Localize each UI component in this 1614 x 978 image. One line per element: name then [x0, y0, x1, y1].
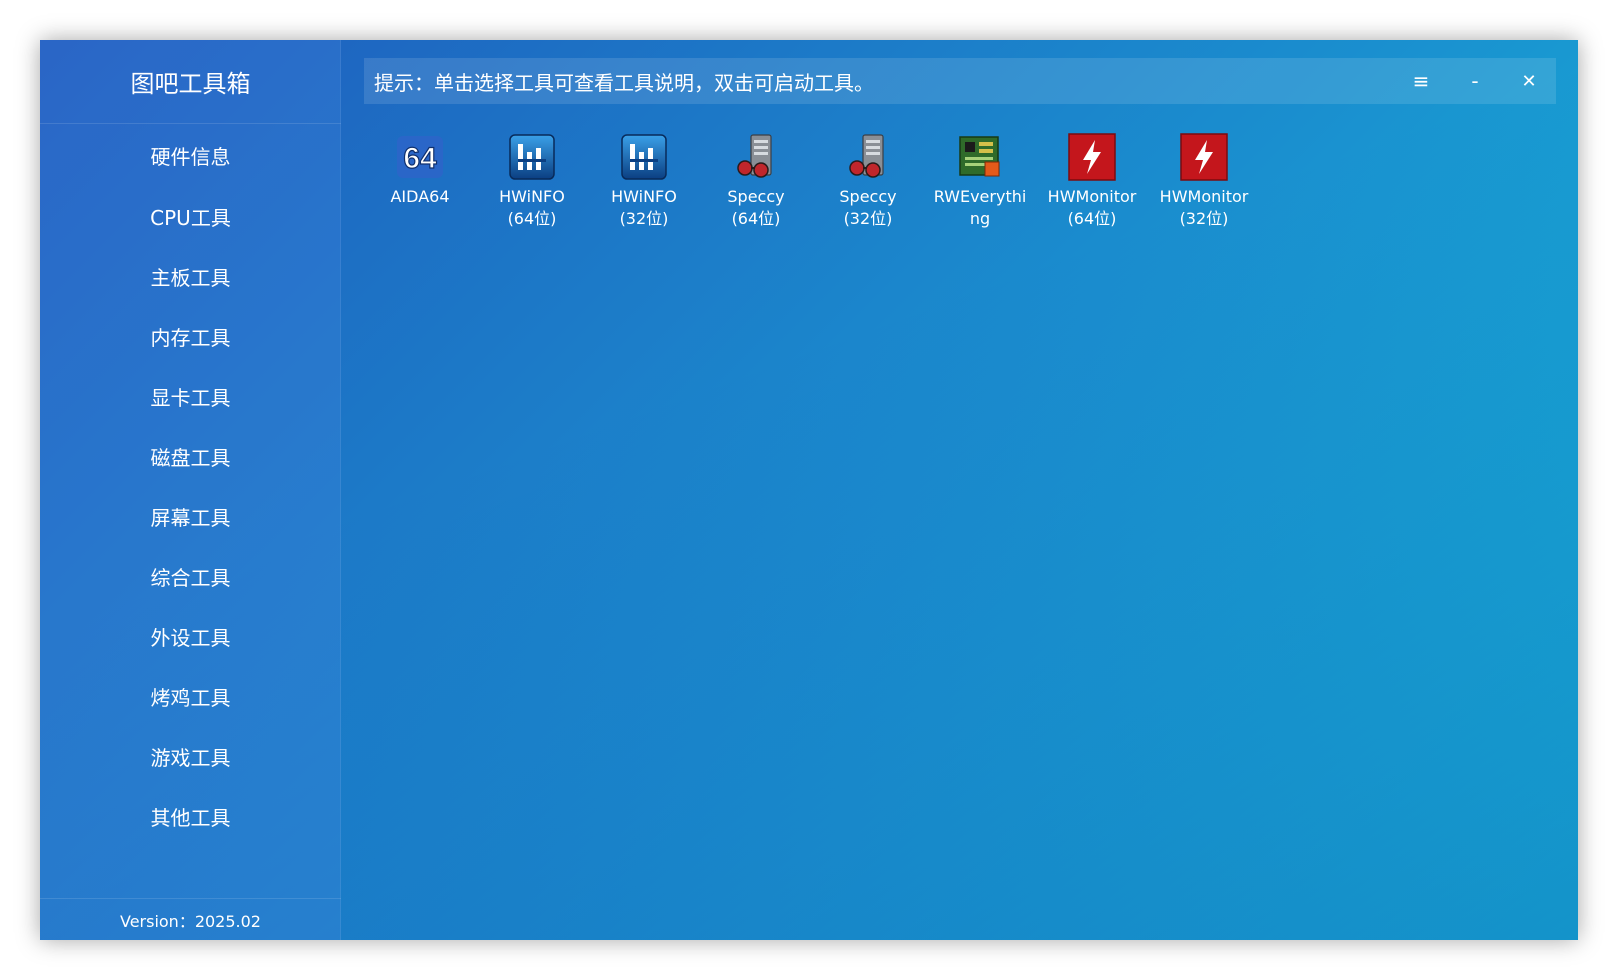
aida64-icon: 64: [395, 132, 445, 182]
tool-label-line1: Speccy: [839, 187, 897, 206]
tool-aida64[interactable]: 64 AIDA64: [364, 132, 476, 230]
sidebar-item-cpu-tools[interactable]: CPU工具: [40, 186, 341, 246]
sidebar-item-other-tools[interactable]: 其他工具: [40, 786, 341, 846]
hint-bar: 提示：单击选择工具可查看工具说明，双击可启动工具。 ≡ - ✕: [364, 58, 1556, 104]
minimize-button[interactable]: -: [1448, 58, 1502, 104]
tool-label-line1: HWMonitor: [1047, 187, 1137, 206]
tool-label-line1: Speccy: [727, 187, 785, 206]
tool-speccy-32[interactable]: Speccy (32位): [812, 132, 924, 230]
menu-icon: ≡: [1412, 69, 1430, 93]
tool-label: RWEverythi ng: [930, 186, 1030, 230]
tool-label: HWMonitor (64位): [1042, 186, 1142, 230]
sidebar-item-game-tools[interactable]: 游戏工具: [40, 726, 341, 786]
tool-label-line1: HWiNFO: [499, 187, 565, 206]
hwinfo-icon: [507, 132, 557, 182]
tool-speccy-64[interactable]: Speccy (64位): [700, 132, 812, 230]
sidebar-item-hardware-info[interactable]: 硬件信息: [40, 124, 341, 186]
tool-label: Speccy (32位): [818, 186, 918, 230]
tool-rweverything[interactable]: RWEverythi ng: [924, 132, 1036, 230]
menu-button[interactable]: ≡: [1394, 58, 1448, 104]
tool-label: HWMonitor (32位): [1154, 186, 1254, 230]
sidebar-item-screen-tools[interactable]: 屏幕工具: [40, 486, 341, 546]
sidebar-nav: 硬件信息 CPU工具 主板工具 内存工具 显卡工具 磁盘工具 屏幕工具 综合工具…: [40, 124, 341, 846]
tool-hwmonitor-32[interactable]: HWMonitor (32位): [1148, 132, 1260, 230]
sidebar-item-motherboard-tools[interactable]: 主板工具: [40, 246, 341, 306]
tool-label-line2: (32位): [843, 209, 893, 228]
tool-label-line1: AIDA64: [390, 187, 450, 206]
tool-label-line1: RWEverythi: [933, 187, 1027, 206]
tool-hwinfo-32[interactable]: HWiNFO (32位): [588, 132, 700, 230]
version-label: Version：2025.02: [40, 898, 341, 940]
sidebar-item-peripheral-tools[interactable]: 外设工具: [40, 606, 341, 666]
tool-label-line2: (64位): [1067, 209, 1117, 228]
hwmonitor-icon: [1067, 132, 1117, 182]
tool-label: HWiNFO (64位): [482, 186, 582, 230]
sidebar-item-stress-tools[interactable]: 烤鸡工具: [40, 666, 341, 726]
tool-hwmonitor-64[interactable]: HWMonitor (64位): [1036, 132, 1148, 230]
minimize-icon: -: [1471, 69, 1479, 93]
tool-label-line2: (32位): [1179, 209, 1229, 228]
hint-text: 提示：单击选择工具可查看工具说明，双击可启动工具。: [374, 70, 874, 95]
app-title: 图吧工具箱: [40, 40, 341, 124]
tool-label: AIDA64: [370, 186, 470, 208]
tool-label-line2: (32位): [619, 209, 669, 228]
hwmonitor-icon: [1179, 132, 1229, 182]
sidebar-item-memory-tools[interactable]: 内存工具: [40, 306, 341, 366]
tool-grid: 64 AIDA64 HWiNFO (64位) HWiNFO (32位) Spec…: [364, 132, 1578, 230]
tool-label-line1: HWiNFO: [611, 187, 677, 206]
hwinfo-icon: [619, 132, 669, 182]
close-icon: ✕: [1521, 70, 1537, 92]
speccy-icon: [731, 132, 781, 182]
tool-label: HWiNFO (32位): [594, 186, 694, 230]
app-window: 图吧工具箱 硬件信息 CPU工具 主板工具 内存工具 显卡工具 磁盘工具 屏幕工…: [40, 40, 1578, 940]
tool-label-line1: HWMonitor: [1159, 187, 1249, 206]
sidebar: 图吧工具箱 硬件信息 CPU工具 主板工具 内存工具 显卡工具 磁盘工具 屏幕工…: [40, 40, 341, 940]
tool-label-line2: (64位): [731, 209, 781, 228]
tool-hwinfo-64[interactable]: HWiNFO (64位): [476, 132, 588, 230]
sidebar-item-gpu-tools[interactable]: 显卡工具: [40, 366, 341, 426]
sidebar-item-general-tools[interactable]: 综合工具: [40, 546, 341, 606]
tool-label-line2: ng: [969, 209, 991, 228]
tool-label-line2: (64位): [507, 209, 557, 228]
close-button[interactable]: ✕: [1502, 58, 1556, 104]
speccy-icon: [843, 132, 893, 182]
sidebar-item-disk-tools[interactable]: 磁盘工具: [40, 426, 341, 486]
aida64-glyph: 64: [403, 142, 437, 175]
tool-label: Speccy (64位): [706, 186, 806, 230]
rweverything-icon: [955, 132, 1005, 182]
